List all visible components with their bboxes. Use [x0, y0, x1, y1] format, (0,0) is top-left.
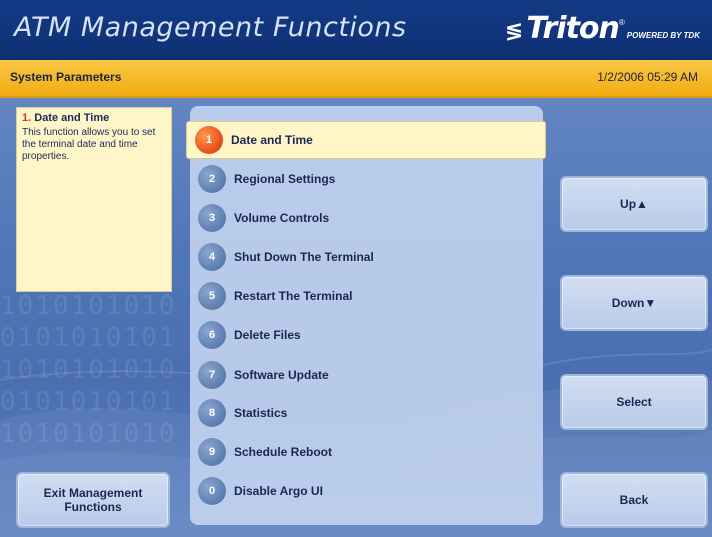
- up-button-label: Up: [620, 197, 637, 211]
- up-button-content: Up▲: [620, 197, 648, 211]
- menu-number-badge: 5: [198, 282, 226, 310]
- menu-item-label: Date and Time: [231, 133, 313, 147]
- menu-number-badge: 4: [198, 243, 226, 271]
- down-button-content: Down▼: [612, 296, 657, 310]
- menu-item-shut-down-terminal[interactable]: 4 Shut Down The Terminal: [190, 238, 543, 276]
- menu-item-label: Restart The Terminal: [234, 289, 353, 303]
- menu-item-volume-controls[interactable]: 3 Volume Controls: [190, 199, 543, 237]
- menu-item-statistics[interactable]: 8 Statistics: [190, 394, 543, 432]
- menu-number-badge: 1: [195, 126, 223, 154]
- down-button-label: Down: [611, 296, 645, 310]
- menu-item-schedule-reboot[interactable]: 9 Schedule Reboot: [190, 433, 543, 471]
- menu-number-badge: 8: [198, 399, 226, 427]
- menu-item-label: Shut Down The Terminal: [234, 250, 374, 264]
- menu-item-software-update[interactable]: 7 Software Update: [190, 356, 543, 394]
- binary-background-pattern: 1010101010 0101010101 1010101010 0101010…: [0, 291, 177, 449]
- menu-item-label: Disable Argo UI: [234, 484, 323, 498]
- page-title: ATM Management Functions: [14, 12, 407, 43]
- menu-number-badge: 6: [198, 321, 226, 349]
- up-button[interactable]: Up▲: [560, 176, 708, 232]
- exit-button-label: Exit Management Functions: [43, 486, 143, 514]
- menu-number-badge: 2: [198, 165, 226, 193]
- menu-number-badge: 7: [198, 361, 226, 389]
- menu-item-label: Regional Settings: [234, 172, 336, 186]
- back-button[interactable]: Back: [560, 472, 708, 528]
- menu-item-label: Volume Controls: [234, 211, 330, 225]
- select-button[interactable]: Select: [560, 374, 708, 430]
- menu-number-badge: 9: [198, 438, 226, 466]
- menu-item-disable-argo-ui[interactable]: 0 Disable Argo UI: [190, 472, 543, 510]
- menu-item-regional-settings[interactable]: 2 Regional Settings: [190, 160, 543, 198]
- atm-screen: 1010101010 0101010101 1010101010 0101010…: [0, 0, 712, 537]
- menu-item-label: Schedule Reboot: [234, 445, 333, 459]
- menu-item-label: Delete Files: [234, 328, 301, 342]
- swoosh-icon: ≶: [504, 19, 524, 44]
- menu-item-label: Software Update: [234, 368, 329, 382]
- back-button-label: Back: [619, 493, 649, 507]
- up-arrow-icon: ▲: [636, 197, 648, 211]
- menu-item-date-and-time[interactable]: 1 Date and Time: [186, 121, 546, 159]
- header-bar: ATM Management Functions ≶ Triton ® POWE…: [0, 0, 712, 60]
- exit-management-functions-button[interactable]: Exit Management Functions: [16, 472, 170, 528]
- down-button[interactable]: Down▼: [560, 275, 708, 331]
- logo-name: Triton: [526, 11, 620, 46]
- logo-powered-by: POWERED BY TDK: [626, 31, 700, 40]
- menu-number-badge: 0: [198, 477, 226, 505]
- status-bar: System Parameters 1/2/2006 05:29 AM: [0, 60, 712, 98]
- select-button-label: Select: [616, 395, 652, 409]
- info-title: 1. Date and Time: [22, 112, 166, 124]
- date-time-display: 1/2/2006 05:29 AM: [597, 70, 698, 84]
- menu-item-delete-files[interactable]: 6 Delete Files: [190, 316, 543, 354]
- menu-number-badge: 3: [198, 204, 226, 232]
- info-number: 1.: [22, 112, 32, 124]
- menu-item-label: Statistics: [234, 406, 288, 420]
- info-panel: 1. Date and Time This function allows yo…: [16, 107, 172, 292]
- menu-item-restart-terminal[interactable]: 5 Restart The Terminal: [190, 277, 543, 315]
- triton-logo: ≶ Triton ® POWERED BY TDK: [504, 11, 700, 46]
- registered-mark: ®: [618, 18, 625, 27]
- info-description: This function allows you to set the term…: [22, 127, 156, 162]
- down-arrow-icon: ▼: [644, 296, 657, 310]
- info-title-text: Date and Time: [34, 112, 110, 124]
- section-title: System Parameters: [10, 70, 122, 84]
